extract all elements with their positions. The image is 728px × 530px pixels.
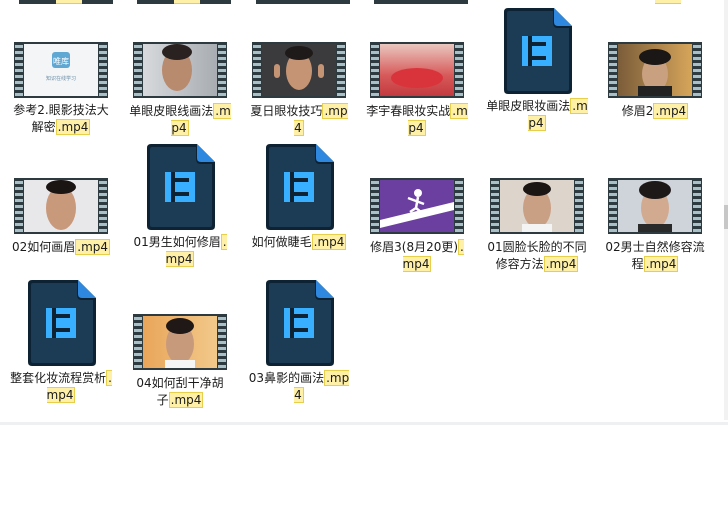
vertical-scrollbar[interactable] bbox=[724, 0, 728, 420]
file-ext: .mp4 bbox=[653, 103, 689, 119]
file-name: 修眉2 bbox=[621, 104, 654, 118]
file-item[interactable]: 唯库 知识在线学习 参考2.眼影技法大解密 .mp4 bbox=[6, 42, 116, 136]
file-item[interactable]: 01圆脸长脸的不同修容方法 .mp4 bbox=[482, 178, 592, 273]
file-item[interactable]: 如何做睫毛 .mp4 bbox=[244, 142, 354, 251]
video-file-icon bbox=[143, 142, 217, 232]
file-item[interactable]: 03鼻影的画法 .mp4 bbox=[244, 278, 354, 404]
file-name: 整套化妆流程赏析 bbox=[10, 371, 107, 385]
file-name: 02如何画眉 bbox=[11, 240, 76, 254]
file-ext: .mp4 bbox=[55, 119, 91, 135]
video-file-icon bbox=[262, 278, 336, 368]
file-ext: .mp4 bbox=[75, 239, 111, 255]
video-file-icon bbox=[24, 278, 98, 368]
logo-subtext: 知识在线学习 bbox=[46, 75, 76, 82]
previous-row-ext bbox=[174, 0, 200, 4]
file-item[interactable]: 夏日眼妆技巧 .mp4 bbox=[244, 42, 354, 137]
file-item[interactable]: 04如何刮干净胡子 .mp4 bbox=[125, 314, 235, 409]
file-ext: .mp4 bbox=[643, 256, 679, 272]
file-item[interactable]: 02男士自然修容流程 .mp4 bbox=[600, 178, 710, 273]
previous-row-ext bbox=[56, 0, 82, 4]
file-name: 01男生如何修眉 bbox=[133, 235, 221, 249]
file-item[interactable]: 02如何画眉 .mp4 bbox=[6, 178, 116, 256]
video-file-icon bbox=[500, 6, 574, 96]
file-item[interactable]: 01男生如何修眉 .mp4 bbox=[125, 142, 235, 268]
file-name: 单眼皮眼线画法 bbox=[129, 104, 214, 118]
file-name: 如何做睫毛 bbox=[251, 235, 312, 249]
file-ext: .mp4 bbox=[311, 234, 347, 250]
file-item[interactable]: 单眼皮眼妆画法 .mp4 bbox=[482, 6, 592, 132]
file-ext: .mp4 bbox=[543, 256, 579, 272]
file-ext: .mp4 bbox=[168, 392, 204, 408]
file-item[interactable]: 李宇春眼妆实战 .mp4 bbox=[362, 42, 472, 137]
file-name: 李宇春眼妆实战 bbox=[366, 104, 451, 118]
logo-text: 唯库 bbox=[53, 56, 69, 66]
file-item[interactable]: 修眉2 .mp4 bbox=[600, 42, 710, 120]
file-name: 单眼皮眼妆画法 bbox=[486, 99, 571, 113]
video-file-icon bbox=[262, 142, 336, 232]
scrollbar-thumb[interactable] bbox=[724, 205, 728, 229]
file-name: 夏日眼妆技巧 bbox=[250, 104, 323, 118]
file-name: 修眉3(8月20更) bbox=[370, 240, 459, 254]
file-item[interactable]: 修眉3(8月20更) .mp4 bbox=[362, 178, 472, 273]
file-name: 03鼻影的画法 bbox=[248, 371, 325, 385]
file-grid: 唯库 知识在线学习 参考2.眼影技法大解密.mp4 单眼皮眼线画法.mp4 bbox=[0, 0, 728, 530]
status-divider bbox=[0, 422, 728, 425]
previous-row-thumb bbox=[256, 0, 350, 4]
previous-row-ext bbox=[655, 0, 681, 4]
file-item[interactable]: 整套化妆流程赏析 .mp4 bbox=[6, 278, 116, 404]
file-item[interactable]: 单眼皮眼线画法 .mp4 bbox=[125, 42, 235, 137]
previous-row-thumb bbox=[374, 0, 468, 4]
